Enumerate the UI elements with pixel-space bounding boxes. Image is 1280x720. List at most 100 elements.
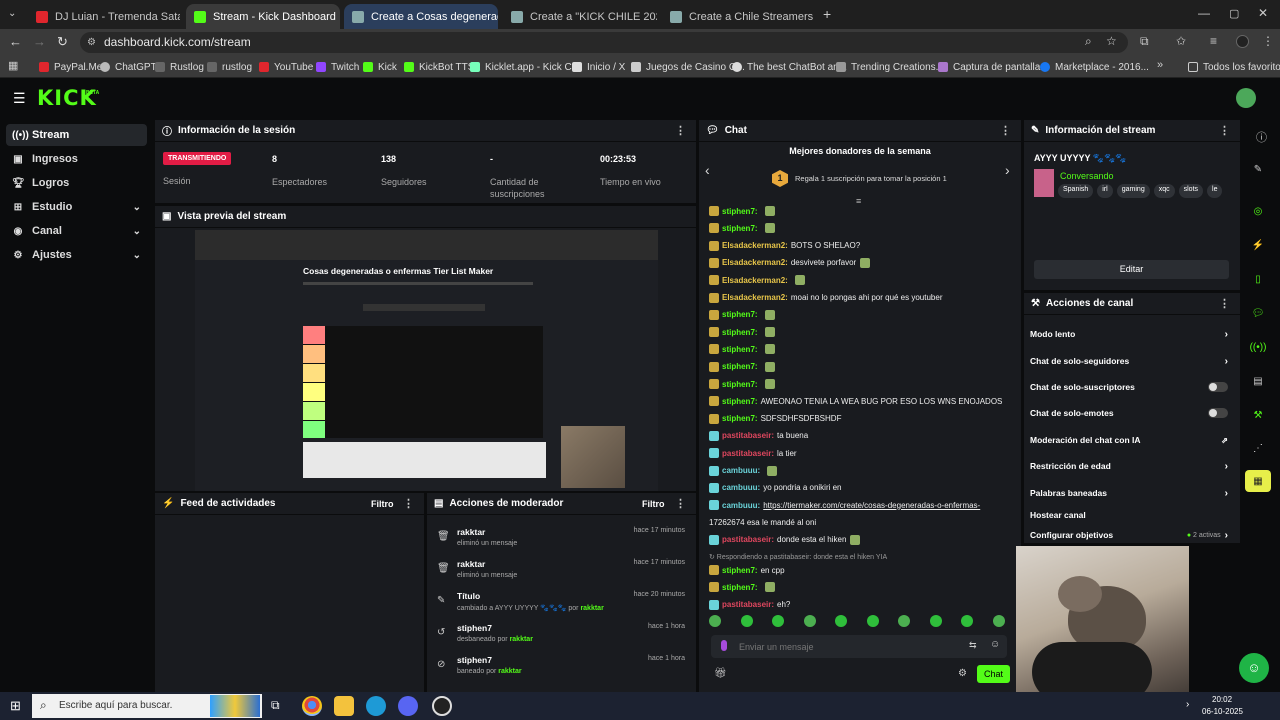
- maximize-icon[interactable]: ▢: [1229, 7, 1239, 20]
- chat-message[interactable]: cambuuu: yo pondria a onikiri en: [709, 481, 842, 495]
- chat-username[interactable]: stiphen7:: [722, 224, 758, 233]
- rail-phone-button[interactable]: ▯: [1245, 268, 1271, 290]
- browser-menu-icon[interactable]: ⋮: [1262, 34, 1274, 48]
- chat-username[interactable]: stiphen7:: [722, 207, 758, 216]
- chat-message[interactable]: stiphen7:: [709, 580, 775, 594]
- emote-picker-icon[interactable]: [929, 615, 942, 627]
- chat-username[interactable]: Elsadackerman2:: [722, 293, 788, 302]
- chat-message[interactable]: stiphen7: AWEONAO TENIA LA WEA BUG POR ES…: [709, 394, 1002, 408]
- chat-input-box[interactable]: ⇆ ☺: [711, 635, 1007, 658]
- clock-date[interactable]: 06-10-2025: [1202, 707, 1243, 716]
- chat-username[interactable]: Elsadackerman2:: [722, 276, 788, 285]
- chat-username[interactable]: cambuuu:: [722, 466, 760, 475]
- chat-username[interactable]: stiphen7:: [722, 310, 758, 319]
- bookmark-chatgpt[interactable]: ChatGPT: [100, 58, 157, 76]
- chat-username[interactable]: pastitabaseir:: [722, 431, 774, 440]
- chat-message[interactable]: stiphen7: SDFSDHFSDFBSHDF: [709, 412, 841, 426]
- chat-message-input[interactable]: [739, 638, 939, 655]
- rail-chat-button[interactable]: 💬︎: [1245, 302, 1271, 324]
- profile-avatar[interactable]: [1236, 35, 1249, 48]
- chat-settings-gear-icon[interactable]: ⚙: [958, 668, 967, 679]
- bookmark-star-icon[interactable]: ☆: [1106, 34, 1117, 48]
- bookmark-chatbot[interactable]: The best ChatBot an...: [732, 58, 847, 76]
- rail-share-button[interactable]: ⋰: [1245, 437, 1271, 459]
- obs-icon[interactable]: [432, 696, 452, 716]
- emote-picker-icon[interactable]: [835, 615, 847, 627]
- emote-picker-icon[interactable]: [992, 615, 1005, 627]
- edge-icon[interactable]: [366, 696, 386, 716]
- rail-camera-button[interactable]: ◎: [1245, 200, 1271, 222]
- tab-2[interactable]: Create a Cosas degeneradas o✕: [344, 4, 498, 29]
- tab-1[interactable]: Stream - Kick Dashboard✕: [186, 4, 340, 29]
- chat-message[interactable]: pastitabaseir: ta buena: [709, 429, 808, 443]
- bookmark-x[interactable]: Inicio / X: [572, 58, 625, 76]
- emoji-icon[interactable]: ☺: [990, 639, 1000, 650]
- emote-picker-icon[interactable]: [961, 615, 973, 627]
- emote-picker-icon[interactable]: [803, 615, 816, 627]
- chat-message[interactable]: Elsadackerman2:: [709, 273, 805, 287]
- tab-4[interactable]: Create a Chile Streamers Tier Li✕: [662, 4, 816, 29]
- chat-username[interactable]: Elsadackerman2:: [722, 241, 788, 250]
- chat-message[interactable]: stiphen7:: [709, 342, 775, 356]
- more-options-icon[interactable]: ⋮: [675, 497, 686, 510]
- rail-bolt-button[interactable]: ⚡: [1245, 234, 1271, 256]
- stream-tag[interactable]: le: [1207, 184, 1223, 198]
- zoom-search-icon[interactable]: ⌕: [1085, 34, 1092, 49]
- stream-tag[interactable]: slots: [1178, 184, 1204, 198]
- emote-picker-icon[interactable]: [709, 615, 721, 627]
- action-age-restriction[interactable]: Restricción de edad ›: [1030, 456, 1228, 476]
- stream-tag[interactable]: xqc: [1153, 184, 1175, 198]
- chat-username[interactable]: stiphen7:: [722, 397, 758, 406]
- minimize-icon[interactable]: —: [1198, 6, 1210, 20]
- url-field[interactable]: ⚙ dashboard.kick.com/stream: [80, 32, 1128, 53]
- favorites-icon[interactable]: ✩: [1176, 34, 1186, 48]
- chat-username[interactable]: Elsadackerman2:: [722, 258, 788, 267]
- forward-arrow-icon[interactable]: →: [33, 34, 46, 49]
- sidebar-item-ajustes[interactable]: ⚙ Ajustes ⌄: [6, 244, 147, 266]
- emotes-only-toggle[interactable]: [1208, 408, 1228, 418]
- chat-message[interactable]: stiphen7:: [709, 377, 775, 391]
- chat-username[interactable]: pastitabaseir:: [722, 535, 774, 544]
- chat-username[interactable]: stiphen7:: [722, 583, 758, 592]
- help-icon[interactable]: ⓘ: [1256, 129, 1267, 145]
- chat-send-button[interactable]: Chat: [977, 665, 1010, 683]
- bookmark-paypal[interactable]: PayPal.Me: [39, 58, 102, 76]
- file-explorer-icon[interactable]: [334, 696, 354, 716]
- windows-start-icon[interactable]: ⊞: [10, 698, 21, 714]
- chat-username[interactable]: stiphen7:: [722, 362, 758, 371]
- site-info-icon[interactable]: ⚙: [87, 32, 96, 53]
- clock-time[interactable]: 20:02: [1212, 695, 1232, 704]
- more-bookmarks-chevron-icon[interactable]: »: [1157, 59, 1163, 71]
- reload-icon[interactable]: ↻: [57, 34, 68, 50]
- sidebar-item-logros[interactable]: 🏆︎ Logros: [6, 172, 147, 194]
- bookmark-kick[interactable]: Kick: [363, 58, 397, 76]
- hamburger-menu-icon[interactable]: ☰: [13, 90, 26, 107]
- more-options-icon[interactable]: ⋮: [1219, 297, 1230, 310]
- emote-picker-icon[interactable]: [740, 615, 753, 627]
- rail-queue-button[interactable]: ▤: [1245, 370, 1271, 392]
- discord-icon[interactable]: [398, 696, 418, 716]
- bookmark-kicklet[interactable]: Kicklet.app - Kick C...: [470, 58, 580, 76]
- translate-icon[interactable]: ⇆: [969, 640, 977, 651]
- chat-message[interactable]: pastitabaseir: donde esta el hiken: [709, 533, 861, 547]
- sidebar-item-ingresos[interactable]: ▣ Ingresos: [6, 148, 147, 170]
- rail-wrench-button[interactable]: ⚒: [1245, 404, 1271, 426]
- action-ai-moderation[interactable]: Moderación del chat con IA ⇗: [1030, 430, 1228, 450]
- more-options-icon[interactable]: ⋮: [1000, 124, 1011, 137]
- bookmark-rustlog[interactable]: Rustlog: [155, 58, 204, 76]
- stream-tag[interactable]: irl: [1097, 184, 1113, 198]
- chevron-left-icon[interactable]: ‹: [705, 162, 710, 178]
- chevron-right-icon[interactable]: ›: [1005, 162, 1010, 178]
- sidebar-item-canal[interactable]: ◉ Canal ⌄: [6, 220, 147, 242]
- chat-message[interactable]: stiphen7:: [709, 204, 775, 218]
- sidebar-item-estudio[interactable]: ⊞ Estudio ⌄: [6, 196, 147, 218]
- chat-message[interactable]: stiphen7:: [709, 360, 775, 374]
- chat-username[interactable]: stiphen7:: [722, 345, 758, 354]
- bookmark-kickbot[interactable]: KickBot TTS: [404, 58, 474, 76]
- bookmark-marketplace[interactable]: Marketplace - 2016...: [1040, 58, 1149, 76]
- more-options-icon[interactable]: ⋮: [403, 497, 414, 510]
- tab-list-chevron-icon[interactable]: ⌄: [8, 8, 16, 19]
- rail-active-button[interactable]: ▦: [1245, 470, 1271, 492]
- emote-picker-icon[interactable]: [866, 615, 879, 627]
- stream-tag[interactable]: gaming: [1116, 184, 1150, 198]
